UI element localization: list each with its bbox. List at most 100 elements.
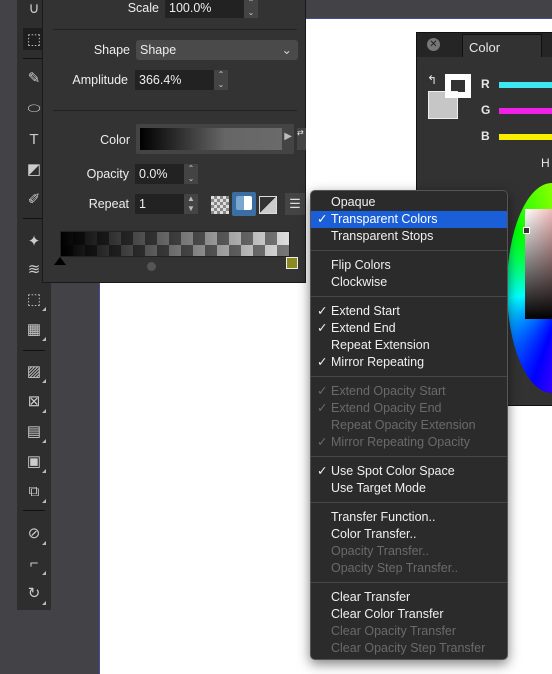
menu-item-clear-opacity-step-transfer: Clear Opacity Step Transfer — [311, 640, 507, 657]
brick-icon[interactable]: ▤ — [23, 420, 46, 443]
menu-separator — [311, 376, 507, 377]
menu-item-label: Clockwise — [331, 275, 388, 289]
menu-item-extend-start[interactable]: ✓ Extend Start — [311, 303, 507, 320]
amplitude-input[interactable]: 366.4% — [135, 70, 215, 90]
shape-label: Shape — [93, 43, 130, 57]
lasso-marquee-icon[interactable]: ⬚ — [23, 288, 46, 311]
menu-item-label: Opacity Step Transfer.. — [331, 561, 459, 575]
menu-item-opaque[interactable]: Opaque — [311, 194, 507, 211]
gradient-icon[interactable]: ▨ — [23, 360, 46, 383]
shapes-icon[interactable]: ⧉ — [23, 480, 46, 503]
menu-item-clear-color-transfer[interactable]: Clear Color Transfer — [311, 606, 507, 623]
menu-item-flip-colors[interactable]: Flip Colors — [311, 257, 507, 274]
menu-item-label: Extend Start — [331, 304, 400, 318]
channel-label: G — [481, 103, 491, 117]
h-label: H — [541, 156, 550, 170]
color-gradient-well[interactable]: ▶ — [136, 124, 294, 154]
checkmark-icon: ✓ — [317, 435, 328, 449]
checkmark-icon: ✓ — [317, 384, 328, 398]
checkmark-icon: ✓ — [317, 321, 328, 335]
end-stop-handle[interactable] — [286, 257, 298, 269]
midpoint-handle[interactable] — [147, 262, 156, 271]
checkmark-icon: ✓ — [317, 464, 328, 478]
shape-dropdown[interactable]: Shape ⌄ — [136, 40, 298, 60]
shape-value: Shape — [140, 43, 177, 57]
menu-item-opacity-step-transfer: Opacity Step Transfer.. — [311, 560, 507, 577]
rotate-icon[interactable]: ↻ — [23, 582, 46, 605]
menu-item-label: Clear Color Transfer — [331, 607, 444, 621]
swap-icon[interactable]: ⇄ — [297, 128, 306, 150]
channel-slider-g[interactable] — [499, 108, 552, 114]
menu-item-label: Opacity Transfer.. — [331, 544, 429, 558]
gradient-preview — [140, 128, 282, 150]
transparent-stops-icon[interactable] — [259, 196, 277, 214]
eyedropper-icon[interactable]: ⊘ — [23, 522, 46, 545]
checkmark-icon: ✓ — [317, 212, 328, 226]
menu-item-mirror-repeating[interactable]: ✓ Mirror Repeating — [311, 354, 507, 371]
repeat-stepper[interactable]: ▲ ▼ — [184, 194, 198, 214]
gradient-options-menu: Opaque ✓ Transparent Colors Transparent Sto… — [310, 190, 508, 660]
menu-item-use-spot-color-space[interactable]: ✓ Use Spot Color Space — [311, 463, 507, 480]
menu-item-transparent-colors[interactable]: ✓ Transparent Colors — [311, 211, 507, 228]
scale-input[interactable]: 100.0% — [165, 0, 245, 18]
menu-item-mirror-repeating-opacity: ✓ Mirror Repeating Opacity — [311, 434, 507, 451]
menu-item-label: Repeat Opacity Extension — [331, 418, 476, 432]
checkmark-icon: ✓ — [317, 355, 328, 369]
menu-item-transparent-stops[interactable]: Transparent Stops — [311, 228, 507, 245]
tab-label: Color — [469, 40, 501, 55]
toolbar-divider — [23, 510, 45, 511]
menu-item-color-transfer[interactable]: Color Transfer.. — [311, 526, 507, 543]
toolbar-divider — [23, 350, 45, 351]
color-label: Color — [100, 133, 130, 147]
opacity-input[interactable]: 0.0% — [135, 164, 185, 184]
channel-slider-b[interactable] — [499, 134, 552, 140]
menu-item-extend-end[interactable]: ✓ Extend End — [311, 320, 507, 337]
close-icon[interactable]: ✕ — [427, 38, 440, 51]
scale-stepper[interactable]: ⌃ ⌄ — [244, 0, 258, 18]
menu-item-label: Mirror Repeating Opacity — [331, 435, 470, 449]
chevron-down-icon: ⌄ — [281, 43, 292, 57]
stroke-swatch[interactable] — [445, 74, 471, 98]
repeat-input[interactable]: 1 — [135, 194, 185, 214]
menu-item-use-target-mode[interactable]: Use Target Mode — [311, 480, 507, 497]
channel-label: R — [481, 77, 490, 91]
menu-item-repeat-extension[interactable]: Repeat Extension — [311, 337, 507, 354]
menu-separator — [311, 296, 507, 297]
menu-item-label: Extend End — [331, 321, 396, 335]
menu-item-extend-opacity-end: ✓ Extend Opacity End — [311, 400, 507, 417]
mesh-icon[interactable]: ▦ — [23, 318, 46, 341]
channel-label: B — [481, 129, 490, 143]
opacity-stepper[interactable]: ⌃ ⌄ — [184, 164, 198, 184]
menu-item-label: Clear Opacity Step Transfer — [331, 641, 486, 655]
play-arrow-icon[interactable]: ▶ — [284, 131, 292, 142]
menu-item-clockwise[interactable]: Clockwise — [311, 274, 507, 291]
gradient-properties-panel: Scale 100.0% ⌃ ⌄ Shape Shape ⌄ Amplitude 3… — [42, 0, 306, 283]
start-stop-handle[interactable] — [54, 257, 66, 265]
amplitude-label: Amplitude — [72, 73, 128, 87]
swap-colors-icon[interactable]: ↰ — [427, 73, 437, 87]
opacity-gradient-bar[interactable] — [60, 231, 290, 257]
transparent-colors-icon[interactable] — [232, 192, 256, 216]
menu-separator — [311, 582, 507, 583]
amplitude-stepper[interactable]: ⌃ ⌄ — [214, 70, 228, 90]
menu-item-label: Transfer Function.. — [331, 510, 436, 524]
tab-color[interactable]: Color — [462, 34, 542, 57]
menu-item-transfer-function[interactable]: Transfer Function.. — [311, 509, 507, 526]
channel-slider-r[interactable] — [499, 82, 552, 88]
checker-opaque-icon[interactable] — [211, 196, 229, 214]
menu-separator — [311, 502, 507, 503]
menu-item-opacity-transfer: Opacity Transfer.. — [311, 543, 507, 560]
saturation-brightness-square[interactable] — [525, 209, 552, 319]
distort-icon[interactable]: ⊠ — [23, 390, 46, 413]
menu-item-label: Flip Colors — [331, 258, 391, 272]
menu-item-clear-transfer[interactable]: Clear Transfer — [311, 589, 507, 606]
menu-item-label: Color Transfer.. — [331, 527, 417, 541]
checkmark-icon: ✓ — [317, 304, 328, 318]
menu-item-label: Clear Transfer — [331, 590, 411, 604]
color-picker-handle[interactable] — [523, 227, 530, 234]
blur-square-icon[interactable]: ▣ — [23, 450, 46, 473]
crop-icon[interactable]: ⌐ — [23, 552, 46, 575]
repeat-label: Repeat — [88, 197, 129, 211]
settings-sliders-icon[interactable]: ☰ — [285, 193, 305, 215]
menu-separator — [311, 456, 507, 457]
